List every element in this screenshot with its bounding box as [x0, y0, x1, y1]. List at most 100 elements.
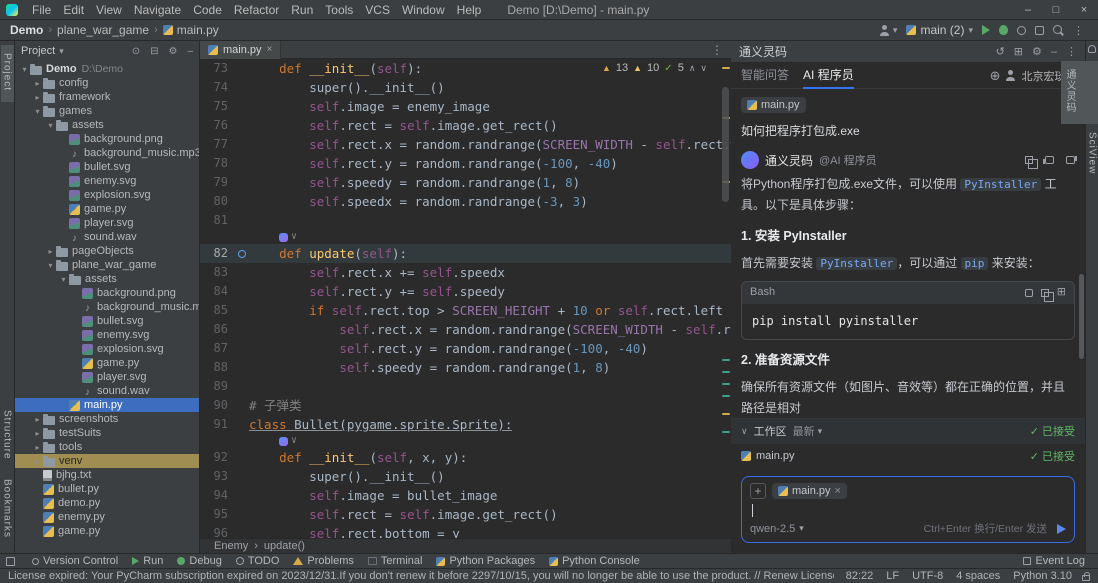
stripe-mark[interactable] — [722, 371, 730, 373]
collapse-arrow-icon[interactable]: ▾ — [45, 261, 56, 270]
code-inlay-row[interactable]: ∨ — [200, 434, 731, 448]
status-item-0[interactable]: 82:22 — [846, 570, 874, 582]
code-line[interactable]: 76 self.rect = self.image.get_rect() — [200, 116, 731, 135]
tree-item-explosion-svg[interactable]: explosion.svg — [15, 342, 199, 356]
tree-item-sound-wav[interactable]: sound.wav — [15, 384, 199, 398]
context-file-chip[interactable]: main.py — [741, 97, 806, 113]
tree-item-venv[interactable]: ▸venv — [15, 454, 199, 468]
code-line[interactable]: 93 super().__init__() — [200, 467, 731, 486]
next-problem-icon[interactable]: ∨ — [700, 63, 707, 74]
debug-button[interactable] — [999, 25, 1008, 35]
model-selector[interactable]: qwen-2.5 — [750, 523, 795, 535]
code-line[interactable]: 90# 子弹类 — [200, 396, 731, 415]
line-number[interactable]: 80 — [200, 192, 234, 211]
tree-item-framework[interactable]: ▸framework — [15, 90, 199, 104]
toolwindow-terminal[interactable]: Terminal — [361, 554, 430, 569]
chat-text-input[interactable] — [750, 499, 1066, 521]
remove-chip-icon[interactable]: × — [835, 485, 841, 497]
toolwindow-vcs[interactable]: Version Control — [25, 554, 125, 569]
search-everywhere-button[interactable] — [1053, 25, 1064, 36]
code-editor[interactable]: 73 def __init__(self):74 super().__init_… — [200, 59, 731, 538]
stripe-button-Project[interactable]: Project — [1, 45, 14, 102]
stripe-mark[interactable] — [722, 359, 730, 361]
status-item-2[interactable]: UTF-8 — [912, 570, 943, 582]
line-number[interactable]: 84 — [200, 282, 234, 301]
previous-problem-icon[interactable]: ∧ — [689, 63, 696, 74]
menu-help[interactable]: Help — [451, 3, 488, 17]
status-item-3[interactable]: 4 spaces — [956, 570, 1000, 582]
toolwindow-todo[interactable]: TODO — [229, 554, 287, 569]
status-item-1[interactable]: LF — [886, 570, 899, 582]
stripe-button-Structure[interactable]: Structure — [1, 402, 14, 471]
chevron-down-icon[interactable]: ∨ — [741, 426, 748, 437]
toolwindow-eventlog[interactable]: Event Log — [1016, 554, 1092, 569]
line-number[interactable]: 96 — [200, 524, 234, 538]
code-line[interactable]: 75 self.image = enemy_image — [200, 97, 731, 116]
tab-main-py[interactable]: main.py × — [200, 41, 281, 59]
line-number[interactable]: 90 — [200, 396, 234, 415]
hide-panel-icon[interactable]: – — [187, 46, 193, 57]
tree-item-games[interactable]: ▾games — [15, 104, 199, 118]
code-line[interactable]: 91class Bullet(pygame.sprite.Sprite): — [200, 415, 731, 434]
locate-file-icon[interactable]: ⊙ — [132, 46, 140, 57]
gear-icon[interactable]: ⚙ — [168, 46, 177, 57]
line-number[interactable]: 76 — [200, 116, 234, 135]
toolwindow-run[interactable]: Run — [125, 554, 170, 569]
code-line[interactable]: 81 — [200, 211, 731, 230]
code-line[interactable]: 88 self.speedy = random.randrange(1, 8) — [200, 358, 731, 377]
menu-navigate[interactable]: Navigate — [128, 3, 187, 17]
inspections-widget[interactable]: ▲ 13 ▲ 10 ✓ 5 ∧ ∨ — [596, 61, 713, 75]
tree-item-game-py[interactable]: game.py — [15, 202, 199, 216]
chat-input-box[interactable]: + main.py × qwen-2.5 ▾ Ctrl+Enter 换行/Ent… — [741, 476, 1075, 543]
nav-file[interactable]: main.py — [177, 23, 219, 37]
expand-arrow-icon[interactable]: ▸ — [32, 443, 43, 452]
stripe-mark[interactable] — [722, 383, 730, 385]
new-chat-icon[interactable]: ⊞ — [1014, 45, 1023, 58]
line-number[interactable]: 77 — [200, 135, 234, 154]
line-number[interactable]: 95 — [200, 505, 234, 524]
tree-item-demo[interactable]: ▾DemoD:\Demo — [15, 62, 199, 76]
code-line[interactable]: 92 def __init__(self, x, y): — [200, 448, 731, 467]
tree-item-background-music-mp3[interactable]: background_music.mp3 — [15, 146, 199, 160]
line-number[interactable]: 81 — [200, 211, 234, 230]
gear-icon[interactable]: ⚙ — [1032, 45, 1042, 58]
tree-item-bullet-py[interactable]: bullet.py — [15, 482, 199, 496]
overrides-icon[interactable] — [238, 250, 246, 258]
tree-item-background-music-mp3[interactable]: background_music.mp3 — [15, 300, 199, 314]
line-number[interactable]: 91 — [200, 415, 234, 434]
code-line[interactable]: 95 self.rect = self.image.get_rect() — [200, 505, 731, 524]
code-line[interactable]: 94 self.image = bullet_image — [200, 486, 731, 505]
line-number[interactable]: 92 — [200, 448, 234, 467]
close-button[interactable]: × — [1070, 4, 1098, 16]
code-line[interactable]: 84 self.rect.y += self.speedy — [200, 282, 731, 301]
workspace-bar[interactable]: ∨ 工作区 最新 ▾ ✓ 已接受 — [731, 418, 1085, 443]
editor-scrollbar[interactable] — [722, 87, 729, 202]
stripe-button-Bookmarks[interactable]: Bookmarks — [1, 471, 14, 549]
new-session-icon[interactable]: ⊕ — [990, 68, 1001, 84]
coverage-button[interactable] — [1035, 26, 1044, 35]
code-line[interactable]: 87 self.rect.y = random.randrange(-100, … — [200, 339, 731, 358]
menu-run[interactable]: Run — [285, 3, 319, 17]
line-number[interactable]: 85 — [200, 301, 234, 320]
code-line[interactable]: 79 self.speedy = random.randrange(1, 8) — [200, 173, 731, 192]
tree-item-screenshots[interactable]: ▸screenshots — [15, 412, 199, 426]
code-line[interactable]: 74 super().__init__() — [200, 78, 731, 97]
line-number[interactable]: 79 — [200, 173, 234, 192]
new-file-icon[interactable]: ⊞ — [1057, 283, 1066, 302]
menu-tools[interactable]: Tools — [319, 3, 359, 17]
status-item-4[interactable]: Python 3.10 — [1013, 570, 1072, 582]
stripe-mark[interactable] — [722, 67, 730, 69]
expand-arrow-icon[interactable]: ▸ — [32, 429, 43, 438]
tree-item-enemy-svg[interactable]: enemy.svg — [15, 174, 199, 188]
code-line[interactable]: 78 self.rect.y = random.randrange(-100, … — [200, 154, 731, 173]
breadcrumb-class[interactable]: Enemy — [214, 540, 248, 552]
workspace-filter[interactable]: 最新 ▾ — [793, 423, 823, 439]
collapse-all-icon[interactable]: ⊟ — [150, 46, 158, 57]
tree-item-bullet-svg[interactable]: bullet.svg — [15, 314, 199, 328]
line-number[interactable]: 88 — [200, 358, 234, 377]
workspace-file-row[interactable]: main.py ✓ 已接受 — [731, 443, 1085, 468]
expand-arrow-icon[interactable]: ▸ — [32, 457, 43, 466]
tab-ai-programmer[interactable]: AI 程序员 — [803, 63, 854, 89]
line-number[interactable]: 87 — [200, 339, 234, 358]
tree-item-sound-wav[interactable]: sound.wav — [15, 230, 199, 244]
